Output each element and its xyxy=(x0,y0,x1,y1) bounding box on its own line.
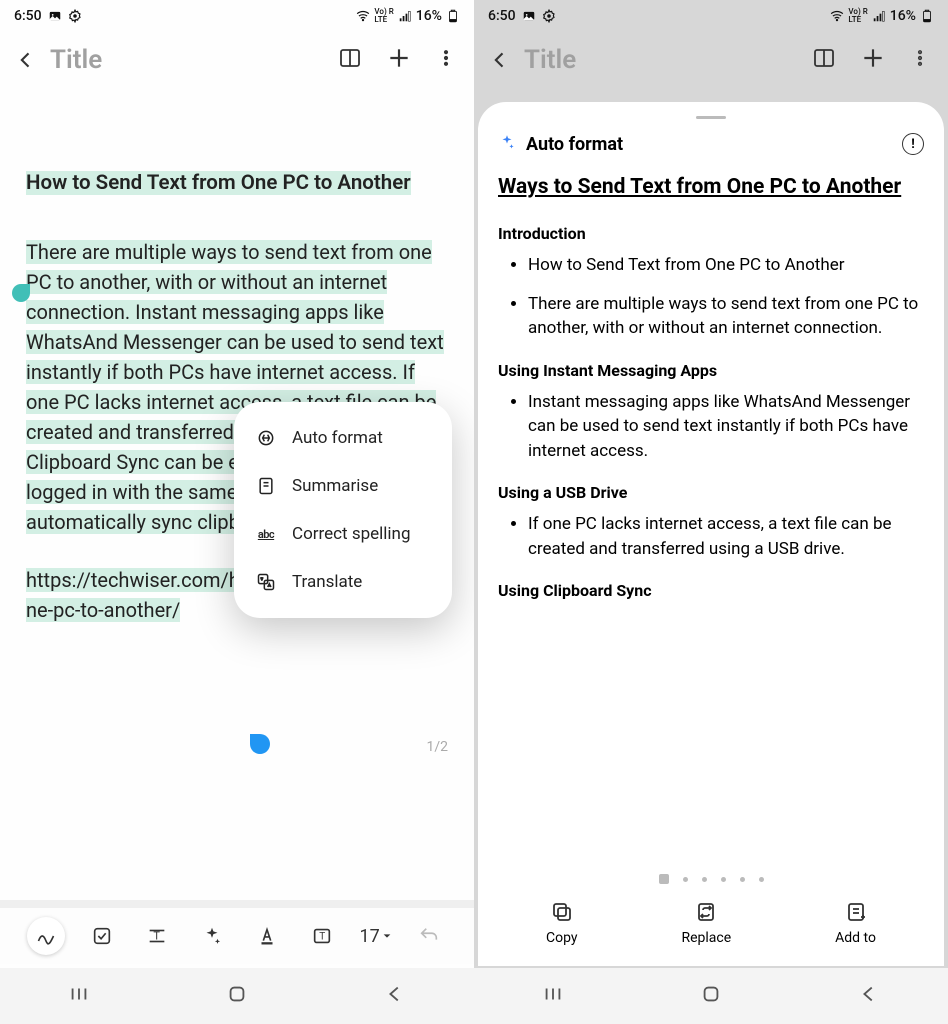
section-bullet: If one PC lacks internet access, a text … xyxy=(528,512,924,561)
menu-item-label: Summarise xyxy=(292,476,378,496)
recents-button[interactable] xyxy=(68,983,90,1009)
replace-icon xyxy=(694,900,718,924)
battery-percent: 16% xyxy=(416,8,442,24)
action-label: Replace xyxy=(681,930,731,946)
section-title: Using Clipboard Sync xyxy=(498,581,924,600)
note-heading: How to Send Text from One PC to Another xyxy=(26,171,411,195)
summarise-icon xyxy=(256,476,276,496)
gear-icon xyxy=(542,9,556,23)
signal-icon xyxy=(398,9,412,23)
selection-handle-start[interactable] xyxy=(12,284,30,302)
back-button[interactable] xyxy=(12,50,40,70)
lte-indicator: Vo) RLTE xyxy=(374,8,393,24)
autoformat-icon xyxy=(256,428,276,448)
section-title: Using Instant Messaging Apps xyxy=(498,361,924,380)
textbox-button[interactable]: T xyxy=(304,918,340,954)
checkbox-button[interactable] xyxy=(84,918,120,954)
action-label: Add to xyxy=(835,930,876,946)
status-bar: 6:50 Vo) RLTE 16% xyxy=(0,0,474,32)
signal-icon xyxy=(872,9,886,23)
nav-back-button[interactable] xyxy=(858,983,880,1009)
translate-icon xyxy=(256,572,276,592)
addto-icon xyxy=(844,900,868,924)
back-button[interactable] xyxy=(486,50,514,70)
sheet-handle[interactable] xyxy=(696,116,726,119)
fontsize-value: 17 xyxy=(360,926,380,947)
formatted-heading: Ways to Send Text from One PC to Another xyxy=(498,173,924,202)
gallery-icon xyxy=(522,9,536,23)
status-time: 6:50 xyxy=(488,8,516,24)
menu-auto-format[interactable]: Auto format xyxy=(234,414,452,462)
undo-button[interactable] xyxy=(411,918,447,954)
toolbar-divider xyxy=(0,900,474,908)
page-indicator: 1/2 xyxy=(426,737,448,758)
spelling-icon: abc xyxy=(256,528,276,541)
autoformat-sheet: Auto format ! Ways to Send Text from One… xyxy=(478,102,944,966)
textstyle-button[interactable]: T xyxy=(139,918,175,954)
menu-translate[interactable]: Translate xyxy=(234,558,452,606)
home-button[interactable] xyxy=(700,983,722,1009)
section-title: Using a USB Drive xyxy=(498,483,924,502)
section-bullet: There are multiple ways to send text fro… xyxy=(528,292,924,341)
wifi-icon xyxy=(830,9,844,23)
svg-text:T: T xyxy=(320,932,326,943)
section-bullet: Instant messaging apps like WhatsAnd Mes… xyxy=(528,390,924,463)
add-icon[interactable] xyxy=(386,45,412,75)
note-title-field[interactable]: Title xyxy=(524,45,802,75)
note-title-field[interactable]: Title xyxy=(50,45,328,75)
menu-item-label: Auto format xyxy=(292,428,383,448)
gear-icon xyxy=(68,9,82,23)
add-icon[interactable] xyxy=(860,45,886,75)
action-label: Copy xyxy=(546,930,578,946)
app-header: Title xyxy=(474,32,948,88)
battery-percent: 16% xyxy=(890,8,916,24)
selection-handle-end[interactable] xyxy=(250,734,270,754)
copy-icon xyxy=(550,900,574,924)
lte-indicator: Vo) RLTE xyxy=(848,8,867,24)
recents-button[interactable] xyxy=(542,983,564,1009)
replace-button[interactable]: Replace xyxy=(681,900,731,946)
section-title: Introduction xyxy=(498,224,924,243)
fontsize-selector[interactable]: 17 xyxy=(360,926,392,947)
wifi-icon xyxy=(356,9,370,23)
home-button[interactable] xyxy=(226,983,248,1009)
copy-button[interactable]: Copy xyxy=(546,900,578,946)
system-nav xyxy=(474,968,948,1024)
context-menu: Auto format Summarise abc Correct spelli… xyxy=(234,402,452,618)
battery-icon xyxy=(446,9,460,23)
sparkle-icon xyxy=(498,133,516,155)
sheet-content[interactable]: Ways to Send Text from One PC to Another… xyxy=(494,169,928,860)
ai-button[interactable] xyxy=(194,918,230,954)
handwriting-button[interactable] xyxy=(27,917,65,955)
svg-text:T: T xyxy=(154,930,161,943)
reader-icon[interactable] xyxy=(338,46,362,74)
system-nav xyxy=(0,968,474,1024)
battery-icon xyxy=(920,9,934,23)
page-dots[interactable] xyxy=(494,860,928,890)
more-icon[interactable] xyxy=(910,48,930,72)
reader-icon[interactable] xyxy=(812,46,836,74)
status-bar: 6:50 Vo) RLTE 16% xyxy=(474,0,948,32)
fontcolor-button[interactable] xyxy=(249,918,285,954)
nav-back-button[interactable] xyxy=(384,983,406,1009)
more-icon[interactable] xyxy=(436,48,456,72)
menu-correct-spelling[interactable]: abc Correct spelling xyxy=(234,510,452,558)
gallery-icon xyxy=(48,9,62,23)
editor-toolbar: T T 17 xyxy=(0,908,474,964)
menu-summarise[interactable]: Summarise xyxy=(234,462,452,510)
info-icon[interactable]: ! xyxy=(902,133,924,155)
menu-item-label: Translate xyxy=(292,572,362,592)
menu-item-label: Correct spelling xyxy=(292,524,411,544)
section-bullet: How to Send Text from One PC to Another xyxy=(528,253,924,277)
status-time: 6:50 xyxy=(14,8,42,24)
addto-button[interactable]: Add to xyxy=(835,900,876,946)
sheet-title: Auto format xyxy=(526,134,892,155)
app-header: Title xyxy=(0,32,474,88)
